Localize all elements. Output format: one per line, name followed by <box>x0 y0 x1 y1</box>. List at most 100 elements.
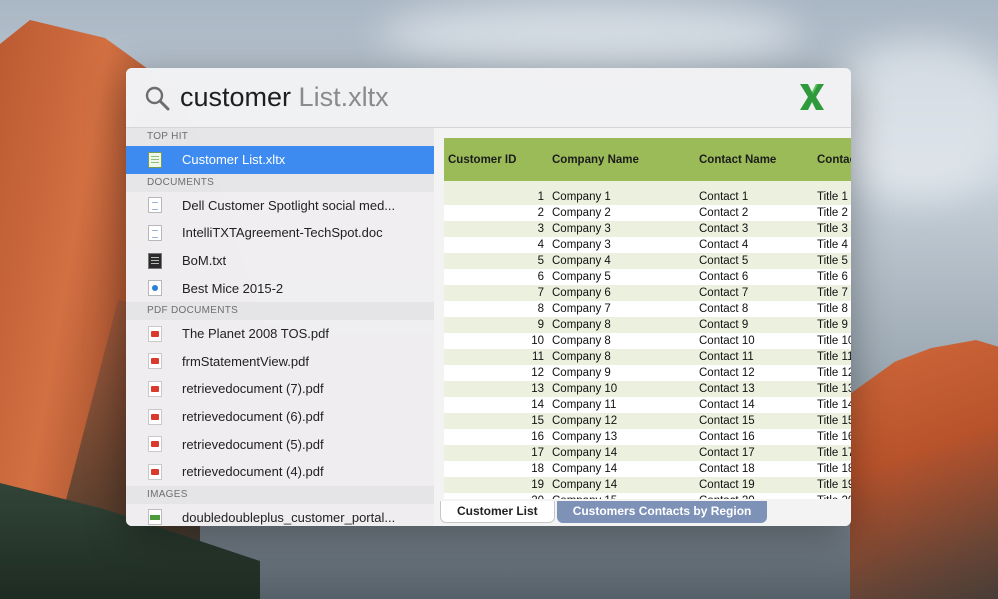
result-label: BoM.txt <box>182 253 227 269</box>
table-row: 1 Company 1 Contact 1 Title 1 <box>444 189 851 205</box>
search-input[interactable]: customer List.xltx <box>180 81 389 113</box>
pdf-file-icon <box>148 436 162 453</box>
table-cell: Title 3 <box>813 221 851 237</box>
table-cell: Company 3 <box>548 221 695 237</box>
table-row: 16 Company 13 Contact 16 Title 16 <box>444 429 851 445</box>
search-autocomplete: List.xltx <box>291 82 389 112</box>
txt-file-icon <box>148 252 162 269</box>
image-file-icon <box>148 509 162 526</box>
results-list[interactable]: TOP HIT Customer List.xltx DOCUMENTS Del… <box>126 128 434 526</box>
table-cell: Contact 14 <box>695 397 813 413</box>
table-cell: Contact 2 <box>695 205 813 221</box>
table-cell: Title 16 <box>813 429 851 445</box>
pdf-file-icon <box>148 463 162 480</box>
column-header: Company Name <box>548 138 695 181</box>
table-cell: Contact 17 <box>695 445 813 461</box>
result-item[interactable]: retrievedocument (7).pdf <box>126 375 434 403</box>
result-label: Best Mice 2015-2 <box>182 280 284 296</box>
result-item[interactable]: retrievedocument (4).pdf <box>126 458 434 486</box>
result-item[interactable]: The Planet 2008 TOS.pdf <box>126 320 434 348</box>
table-cell: Contact 8 <box>695 301 813 317</box>
section-header-pdf-documents: PDF DOCUMENTS <box>126 301 434 320</box>
result-item[interactable]: frmStatementView.pdf <box>126 348 434 376</box>
table-cell: Company 2 <box>548 205 695 221</box>
table-cell: Company 10 <box>548 381 695 397</box>
table-row: 2 Company 2 Contact 2 Title 2 <box>444 205 851 221</box>
tab-customers-contacts-by-region[interactable]: Customers Contacts by Region <box>556 501 768 523</box>
table-row: 20Company 15Contact 20Title 20 <box>444 493 851 499</box>
table-row: 14 Company 11 Contact 14 Title 14 <box>444 397 851 413</box>
table-cell: Title 19 <box>813 477 851 493</box>
table-cell: Contact 6 <box>695 269 813 285</box>
table-cell: 2 <box>444 205 548 221</box>
customer-table: Customer ID Company Name Contact Name Co… <box>444 138 851 499</box>
result-item[interactable]: retrievedocument (5).pdf <box>126 430 434 458</box>
table-cell: Title 11 <box>813 349 851 365</box>
table-row: 3 Company 3 Contact 3 Title 3 <box>444 221 851 237</box>
table-cell: 12 <box>444 365 548 381</box>
table-cell: 9 <box>444 317 548 333</box>
table-row: 4 Company 3 Contact 4 Title 4 <box>444 237 851 253</box>
table-cell: Contact 4 <box>695 237 813 253</box>
tab-customer-list[interactable]: Customer List <box>440 501 555 523</box>
table-cell: 7 <box>444 285 548 301</box>
document-file-icon <box>148 280 162 297</box>
table-cell: Company 13 <box>548 429 695 445</box>
table-spacer-row <box>444 181 851 189</box>
xltx-file-icon <box>148 151 162 168</box>
table-cell: 8 <box>444 301 548 317</box>
pdf-file-icon <box>148 325 162 342</box>
table-cell: 11 <box>444 349 548 365</box>
result-label: retrievedocument (4).pdf <box>182 464 324 480</box>
table-row: 15 Company 12 Contact 15 Title 15 <box>444 413 851 429</box>
result-item[interactable]: IntelliTXTAgreement-TechSpot.doc <box>126 219 434 247</box>
table-cell: Contact 15 <box>695 413 813 429</box>
table-header-row: Customer ID Company Name Contact Name Co… <box>444 138 851 181</box>
search-query: customer <box>180 82 292 112</box>
table-cell: 19 <box>444 477 548 493</box>
table-cell: 3 <box>444 221 548 237</box>
table-cell: Title 6 <box>813 269 851 285</box>
wallpaper-cloud <box>380 0 800 70</box>
table-cell: Company 14 <box>548 461 695 477</box>
result-item[interactable]: Best Mice 2015-2 <box>126 274 434 302</box>
table-cell: Contact 12 <box>695 365 813 381</box>
table-cell: Title 9 <box>813 317 851 333</box>
table-row: 18 Company 14 Contact 18 Title 18 <box>444 461 851 477</box>
table-cell: Company 7 <box>548 301 695 317</box>
result-item[interactable]: doubledoubleplus_customer_portal... <box>126 504 434 526</box>
table-cell: Title 17 <box>813 445 851 461</box>
table-cell: Contact 7 <box>695 285 813 301</box>
section-header-images: IMAGES <box>126 485 434 504</box>
table-cell: Company 8 <box>548 317 695 333</box>
result-item[interactable]: Customer List.xltx <box>126 146 434 174</box>
table-cell: Company 1 <box>548 189 695 205</box>
table-cell: Contact 3 <box>695 221 813 237</box>
result-item[interactable]: retrievedocument (6).pdf <box>126 403 434 431</box>
table-cell: Contact 20 <box>695 493 813 499</box>
section-header-documents: DOCUMENTS <box>126 173 434 192</box>
table-cell: 16 <box>444 429 548 445</box>
column-header: Contact <box>813 138 851 181</box>
result-item[interactable]: Dell Customer Spotlight social med... <box>126 192 434 220</box>
section-header-top-hit: TOP HIT <box>126 128 434 146</box>
table-cell: 17 <box>444 445 548 461</box>
table-cell: Contact 11 <box>695 349 813 365</box>
result-label: retrievedocument (7).pdf <box>182 381 324 397</box>
table-cell: 13 <box>444 381 548 397</box>
excel-icon <box>800 84 824 110</box>
result-label: The Planet 2008 TOS.pdf <box>182 326 329 342</box>
table-cell: Contact 1 <box>695 189 813 205</box>
spotlight-window: customer List.xltx TOP HIT Customer List… <box>126 68 851 526</box>
table-cell: Company 3 <box>548 237 695 253</box>
table-cell: Title 10 <box>813 333 851 349</box>
pdf-file-icon <box>148 353 162 370</box>
result-item[interactable]: BoM.txt <box>126 247 434 275</box>
table-cell: Company 8 <box>548 349 695 365</box>
table-cell: Title 15 <box>813 413 851 429</box>
result-label: Dell Customer Spotlight social med... <box>182 197 396 213</box>
table-row: 19 Company 14 Contact 19 Title 19 <box>444 477 851 493</box>
wallpaper-cliff-right <box>850 340 998 599</box>
preview-pane: Customer ID Company Name Contact Name Co… <box>434 128 851 526</box>
search-bar[interactable]: customer List.xltx <box>126 68 851 128</box>
